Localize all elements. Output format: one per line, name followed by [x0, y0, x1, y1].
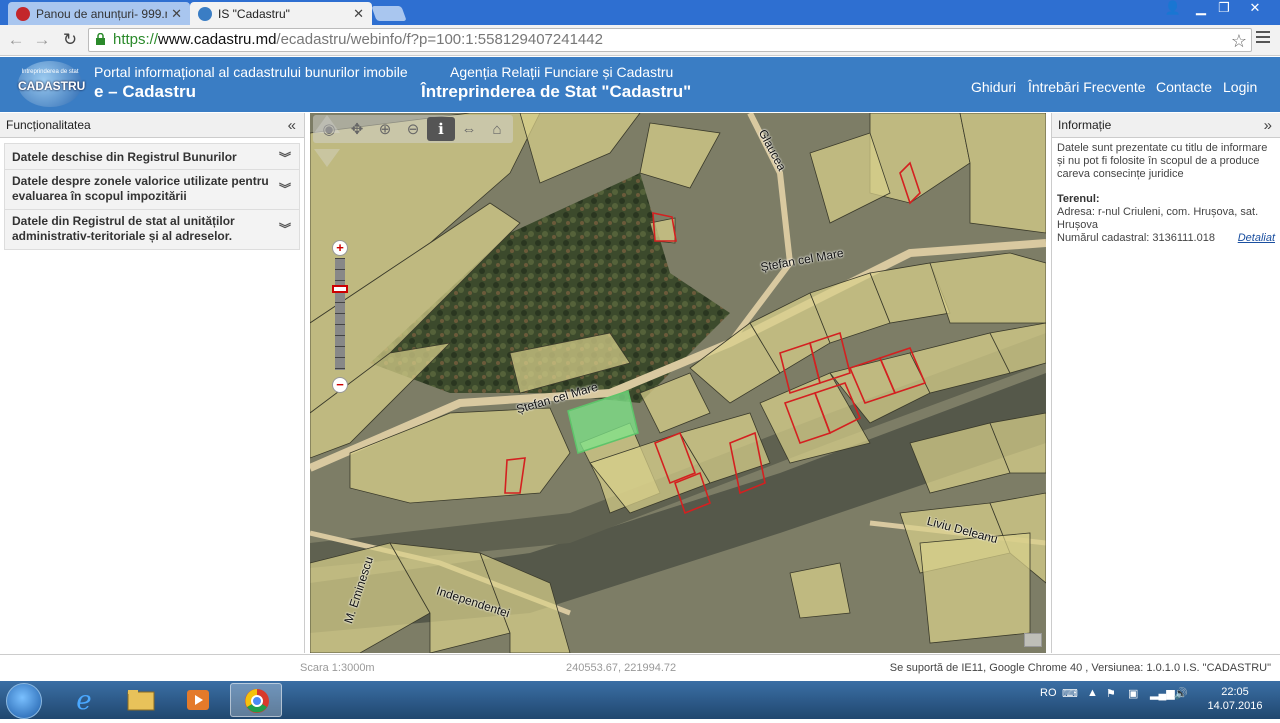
accordion-label: Datele despre zonele valorice utilizate … [12, 174, 269, 203]
nav-link-contacte[interactable]: Contacte [1156, 79, 1212, 95]
chrome-taskbar-icon[interactable] [230, 683, 282, 717]
clock-time: 22:05 [1221, 686, 1249, 698]
reload-button[interactable]: ↻ [60, 31, 80, 49]
collapse-right-icon[interactable]: » [1264, 113, 1272, 138]
accordion-item-value-zones[interactable]: Datele despre zonele valorice utilizate … [4, 170, 300, 210]
chevron-down-icon: ︾ [278, 221, 291, 236]
browser-tab-active[interactable]: IS "Cadastru" ✕ [190, 2, 372, 25]
chevron-down-icon: ︾ [278, 150, 291, 165]
tab-title: IS "Cadastru" [218, 6, 290, 21]
map-coordinates: 240553.67, 221994.72 [566, 662, 677, 674]
zoom-slider[interactable]: + − [332, 240, 348, 393]
logo-text: CADASTRU [18, 79, 86, 93]
site-favicon-icon [16, 6, 30, 21]
file-explorer-icon[interactable] [115, 683, 167, 717]
clock-date: 14.07.2016 [1207, 700, 1263, 712]
network-devices-icon[interactable]: ▣ [1128, 687, 1138, 700]
url-scheme: https:// [113, 31, 159, 48]
nav-link-ghiduri[interactable]: Ghiduri [971, 79, 1016, 95]
signal-icon[interactable]: ▂▄▆ [1150, 687, 1175, 700]
functionality-panel: Funcționalitatea « Datele deschise din R… [0, 113, 305, 653]
close-tab-icon[interactable]: ✕ [171, 6, 182, 22]
globe-icon [198, 6, 212, 21]
info-notice: Datele sunt prezentate cu titlu de infor… [1057, 142, 1268, 180]
pan-arrows-icon[interactable] [310, 113, 344, 169]
detail-link[interactable]: Detaliat [1238, 232, 1275, 245]
zoom-in-button[interactable]: + [332, 240, 348, 256]
chevron-down-icon: ︾ [278, 181, 291, 196]
bookmark-star-icon[interactable]: ☆ [1231, 30, 1247, 52]
status-bar: Scara 1:3000m 240553.67, 221994.72 Se su… [0, 654, 1280, 681]
agency-subtitle: Agenția Relații Funciare și Cadastru [450, 64, 674, 80]
pan-tool-icon[interactable]: ✥ [343, 117, 371, 141]
site-header: Intreprinderea de stat CADASTRU Portal i… [0, 57, 1280, 112]
back-button[interactable]: ← [6, 31, 26, 49]
url-path: /ecadastru/webinfo/f?p=100:1:55812940724… [276, 31, 603, 48]
url-host: www.cadastru.md [158, 31, 277, 48]
chrome-menu-icon[interactable] [1256, 31, 1270, 45]
nav-link-login[interactable]: Login [1223, 79, 1257, 95]
info-panel: Informație » Datele sunt prezentate cu t… [1051, 113, 1280, 653]
browser-toolbar: ← → ↻ https://www.cadastru.md/ecadastru/… [0, 25, 1280, 56]
info-tool-icon[interactable]: ℹ [427, 117, 455, 141]
portal-subtitle: Portal informațional al cadastrului bunu… [94, 64, 408, 80]
keyboard-icon[interactable]: ⌨ [1062, 687, 1078, 700]
volume-icon[interactable]: 🔊 [1174, 687, 1188, 700]
zoom-out-button[interactable]: − [332, 377, 348, 393]
panel-header: Funcționalitatea « [0, 113, 304, 138]
accordion-label: Datele din Registrul de stat al unitățil… [12, 214, 235, 243]
close-window-button[interactable]: ✕ [1242, 0, 1268, 18]
info-body: Datele sunt prezentate cu titlu de infor… [1052, 138, 1280, 249]
start-button[interactable] [6, 683, 42, 719]
portal-title: e – Cadastru [94, 82, 197, 101]
collapse-left-icon[interactable]: « [288, 113, 296, 138]
panel-title: Funcționalitatea [6, 118, 91, 132]
cadastral-number: Numărul cadastral: 3136111.018 [1057, 232, 1215, 244]
map-scale: Scara 1:3000m [300, 662, 375, 674]
measure-tool-icon[interactable]: ⇔ [455, 117, 483, 141]
zoom-track[interactable] [335, 258, 345, 370]
new-tab-button[interactable] [371, 6, 407, 21]
tab-title: Panou de anunțuri- 999.m [36, 6, 168, 21]
map-view[interactable]: Ștefan cel Mare Ștefan cel Mare Glaucea … [310, 113, 1046, 653]
info-panel-header: Informație » [1052, 113, 1280, 138]
logo-small-text: Intreprinderea de stat [21, 69, 79, 75]
internet-explorer-icon[interactable]: e [58, 683, 110, 717]
zoom-in-tool-icon[interactable]: ⊕ [371, 117, 399, 141]
action-center-icon[interactable]: ⚑ [1106, 687, 1116, 700]
agency-title: Întreprinderea de Stat "Cadastru" [421, 82, 692, 101]
print-tool-icon[interactable]: ⌂ [483, 117, 511, 141]
user-icon[interactable]: 👤 [1160, 0, 1186, 18]
nav-link-faq[interactable]: Întrebări Frecvente [1028, 79, 1146, 95]
support-note: Se suportă de IE11, Google Chrome 40 , V… [889, 662, 1271, 674]
system-clock[interactable]: 22:05 14.07.2016 [1203, 685, 1267, 713]
restore-button[interactable]: ❐ [1211, 0, 1237, 18]
language-indicator[interactable]: RO [1040, 687, 1057, 699]
terrain-label: Terenul: [1057, 193, 1100, 205]
windows-taskbar: e RO ⌨ ▲ ⚑ ▣ ▂▄▆ 🔊 22:05 14.07.2016 [0, 681, 1280, 719]
media-player-icon[interactable] [172, 683, 224, 717]
forward-button[interactable]: → [32, 31, 52, 49]
zoom-thumb[interactable] [332, 285, 348, 293]
accordion-item-open-data[interactable]: Datele deschise din Registrul Bunurilor … [4, 143, 300, 182]
close-tab-icon[interactable]: ✕ [353, 6, 364, 22]
tray-arrow-icon[interactable]: ▲ [1087, 687, 1098, 699]
svg-text:e: e [76, 686, 91, 716]
info-panel-title: Informație [1058, 118, 1112, 132]
overview-map-toggle-icon[interactable] [1024, 633, 1042, 647]
map-canvas[interactable] [310, 113, 1046, 653]
accordion-item-addresses[interactable]: Datele din Registrul de stat al unitățil… [4, 210, 300, 250]
zoom-out-tool-icon[interactable]: ⊖ [399, 117, 427, 141]
lock-icon [96, 33, 105, 45]
terrain-address: Adresa: r-nul Criuleni, com. Hrușova, sa… [1057, 206, 1259, 231]
browser-tab-strip: Panou de anunțuri- 999.m ✕ IS "Cadastru"… [0, 0, 1280, 25]
address-bar[interactable]: https://www.cadastru.md/ecadastru/webinf… [88, 28, 1252, 52]
cadastru-logo[interactable]: Intreprinderea de stat CADASTRU [18, 61, 86, 107]
browser-tab[interactable]: Panou de anunțuri- 999.m ✕ [8, 2, 190, 25]
